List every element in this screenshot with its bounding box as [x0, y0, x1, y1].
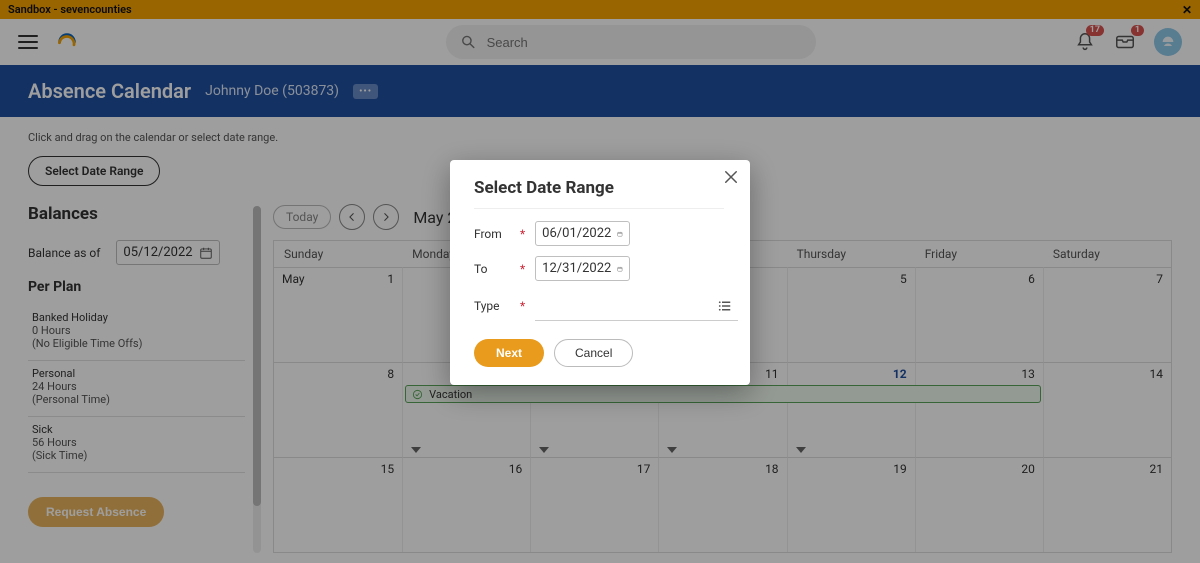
close-icon	[722, 168, 740, 186]
required-indicator: *	[520, 299, 525, 313]
modal-overlay: Select Date Range From * 06/01/2022 To *…	[0, 0, 1200, 563]
to-date-input[interactable]: 12/31/2022	[535, 256, 630, 281]
to-date-value: 12/31/2022	[542, 261, 611, 276]
type-input[interactable]	[535, 291, 738, 321]
calendar-icon	[617, 262, 623, 276]
calendar-icon	[617, 227, 623, 241]
type-label: Type	[474, 299, 510, 313]
required-indicator: *	[520, 262, 525, 276]
from-label: From	[474, 227, 510, 241]
modal-close-button[interactable]	[722, 168, 740, 186]
select-date-range-modal: Select Date Range From * 06/01/2022 To *…	[450, 160, 750, 385]
required-indicator: *	[520, 227, 525, 241]
from-date-input[interactable]: 06/01/2022	[535, 221, 630, 246]
next-button[interactable]: Next	[474, 339, 544, 367]
modal-title: Select Date Range	[474, 178, 724, 209]
cancel-button[interactable]: Cancel	[554, 339, 633, 367]
from-date-value: 06/01/2022	[542, 226, 611, 241]
list-icon	[716, 297, 734, 315]
to-label: To	[474, 262, 510, 276]
